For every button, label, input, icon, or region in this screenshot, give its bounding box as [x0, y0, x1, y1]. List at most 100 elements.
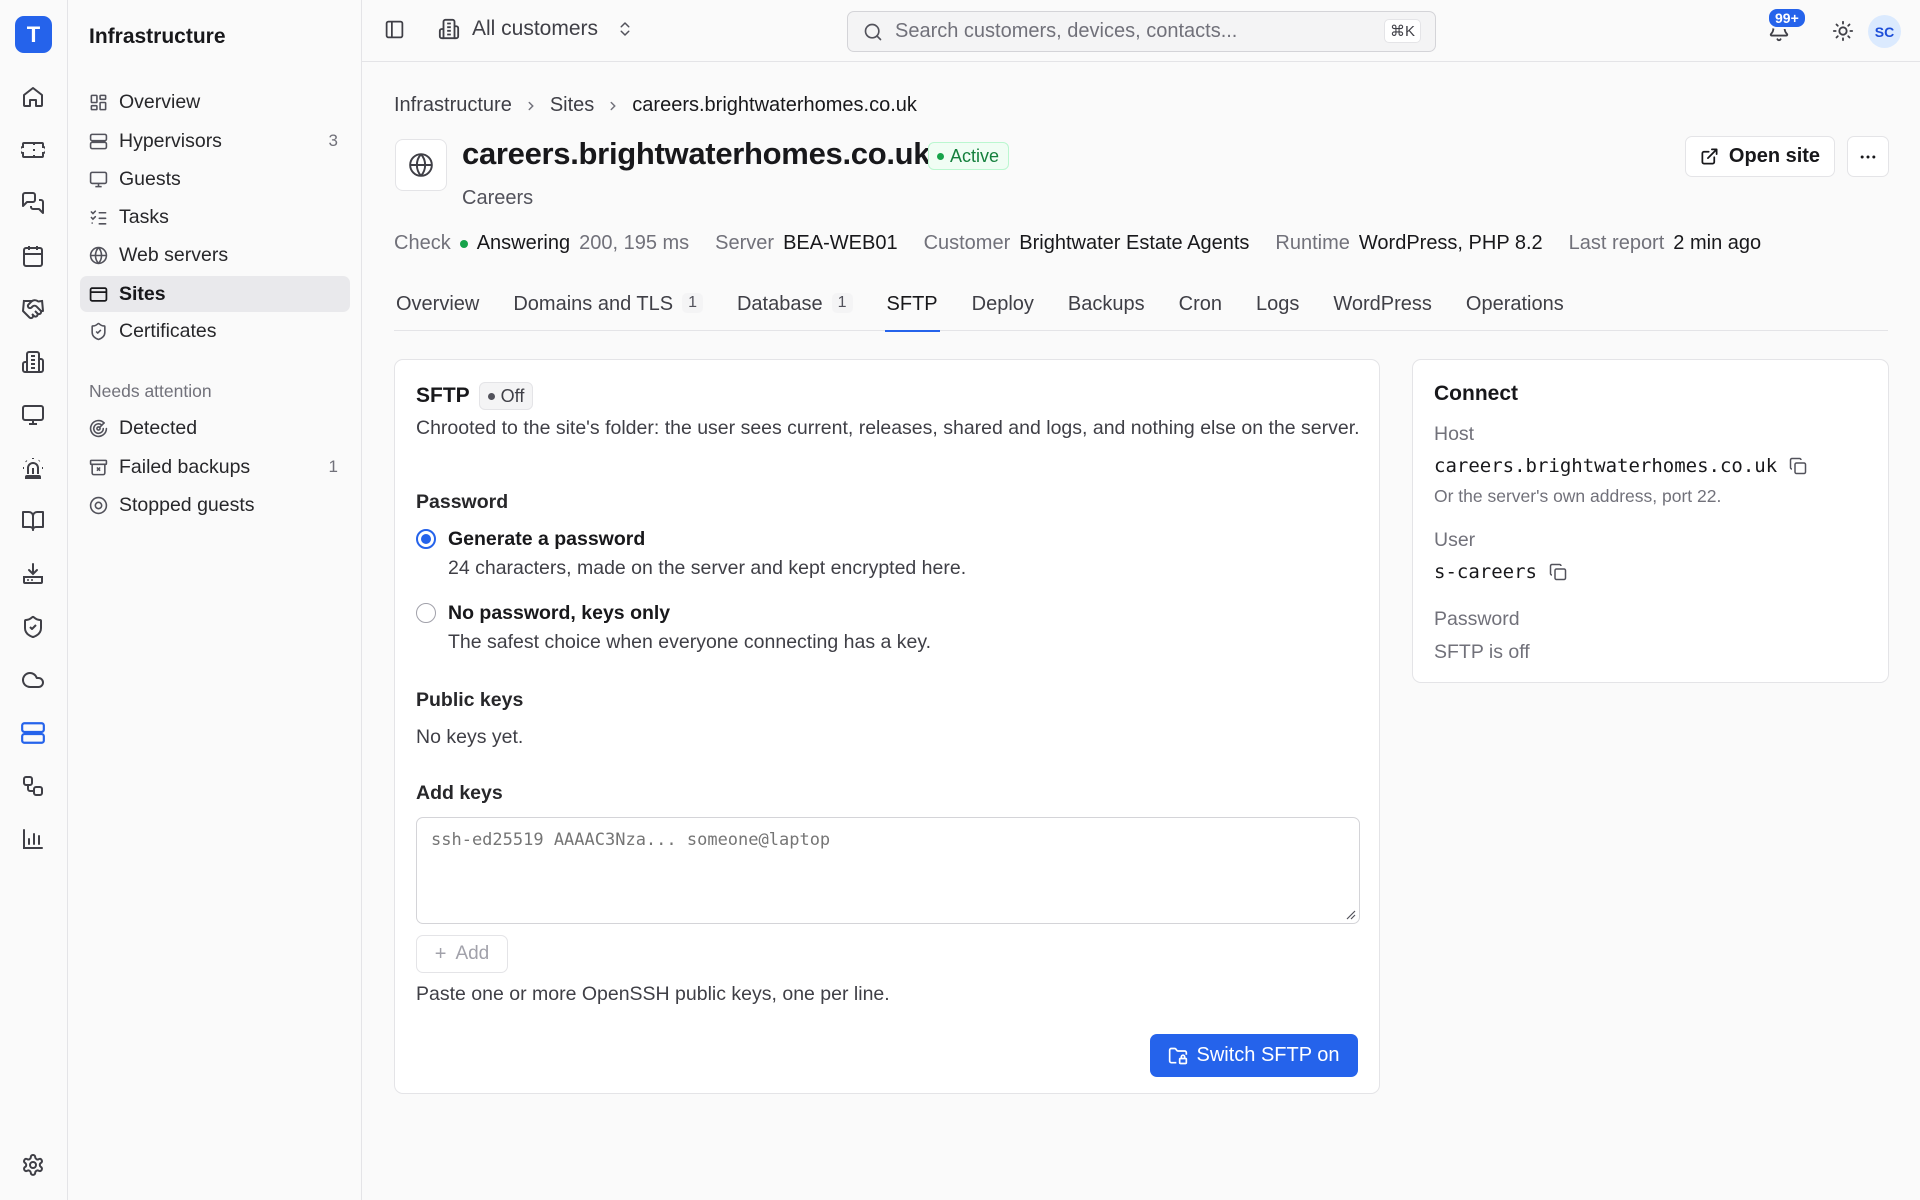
tab-logs[interactable]: Logs — [1254, 287, 1301, 331]
sidebar-item-sites[interactable]: Sites — [80, 276, 350, 312]
sidebar: Infrastructure Overview Hypervisors 3 Gu… — [68, 0, 362, 1200]
user-label: User — [1434, 529, 1476, 551]
customer-scope-label: All customers — [472, 17, 599, 40]
building-icon — [438, 18, 460, 40]
sidebar-item-count: 1 — [328, 457, 338, 476]
sidebar-item-label: Certificates — [119, 319, 217, 342]
settings-icon[interactable] — [17, 1149, 49, 1181]
customer-scope-selector[interactable]: All customers — [438, 17, 634, 41]
tab-deploy[interactable]: Deploy — [970, 287, 1036, 331]
add-keys-button[interactable]: + Add — [416, 935, 508, 973]
option-keys-desc: The safest choice when everyone connecti… — [448, 631, 932, 653]
dashboard-icon — [88, 92, 108, 112]
breadcrumb-current: careers.brightwaterhomes.co.uk — [632, 94, 917, 116]
sidebar-item-detected[interactable]: Detected — [80, 410, 350, 446]
host-label: Host — [1434, 423, 1475, 445]
calendar-icon[interactable] — [17, 240, 49, 272]
search-input[interactable]: Search customers, devices, contacts... ⌘… — [847, 11, 1436, 52]
radio-generate-password[interactable] — [416, 529, 436, 549]
option-generate-title: Generate a password — [448, 528, 646, 550]
book-icon[interactable] — [17, 505, 49, 537]
tab-wordpress[interactable]: WordPress — [1331, 287, 1434, 331]
messages-icon[interactable] — [17, 187, 49, 219]
breadcrumb-item-infrastructure[interactable]: Infrastructure — [394, 94, 512, 117]
meta-server-value[interactable]: BEA-WEB01 — [783, 232, 897, 255]
tab-domains-and-tls[interactable]: Domains and TLS 1 — [511, 287, 705, 331]
app-logo[interactable]: T — [15, 16, 52, 53]
sidebar-item-label: Overview — [119, 90, 201, 113]
sidebar-item-hypervisors[interactable]: Hypervisors 3 — [80, 123, 350, 159]
resize-handle-icon[interactable] — [1344, 908, 1356, 920]
sidebar-item-certificates[interactable]: Certificates — [80, 313, 350, 349]
site-meta: Check Answering 200, 195 ms Server BEA-W… — [394, 232, 1787, 255]
tab-cron[interactable]: Cron — [1177, 287, 1224, 331]
handshake-icon[interactable] — [17, 293, 49, 325]
sidebar-item-label: Hypervisors — [119, 129, 222, 152]
radio-keys-only[interactable] — [416, 603, 436, 623]
panel-toggle-icon[interactable] — [384, 19, 405, 40]
sidebar-item-guests[interactable]: Guests — [80, 161, 350, 197]
folder-lock-icon — [1168, 1046, 1196, 1066]
add-keys-label: Add keys — [416, 782, 503, 804]
tab-overview[interactable]: Overview — [394, 287, 481, 331]
chevrons-up-down-icon — [616, 20, 634, 38]
chevron-right-icon — [524, 99, 538, 113]
sidebar-item-label: Guests — [119, 167, 181, 190]
plus-icon: + — [434, 942, 447, 965]
stop-circle-icon — [88, 495, 108, 515]
topbar: All customers Search customers, devices,… — [362, 0, 1920, 62]
sidebar-item-count: 3 — [328, 131, 338, 150]
more-actions-button[interactable] — [1847, 136, 1889, 177]
tab-bar: Overview Domains and TLS 1 Database 1 SFTP… — [394, 287, 1888, 332]
switch-sftp-on-button[interactable]: Switch SFTP on — [1150, 1034, 1358, 1077]
meta-runtime-value: WordPress, PHP 8.2 — [1358, 232, 1543, 254]
tab-label: SFTP — [886, 293, 938, 315]
sidebar-item-stopped-guests[interactable]: Stopped guests — [80, 487, 350, 523]
copy-icon[interactable] — [1549, 563, 1567, 581]
host-hint: Or the server's own address, port 22. — [1434, 486, 1722, 506]
sidebar-item-label: Tasks — [119, 205, 169, 228]
sidebar-title: Infrastructure — [89, 25, 226, 48]
home-icon[interactable] — [17, 81, 49, 113]
password-label: Password — [416, 491, 509, 513]
status-badge-label: Active — [950, 145, 1000, 166]
workflow-icon[interactable] — [17, 770, 49, 802]
tab-database[interactable]: Database 1 — [735, 287, 855, 331]
cloud-icon[interactable] — [17, 664, 49, 696]
sidebar-group-label: Needs attention — [89, 381, 212, 401]
building-icon[interactable] — [17, 346, 49, 378]
archive-x-icon — [88, 457, 108, 477]
option-generate-password[interactable]: Generate a password 24 characters, made … — [416, 525, 966, 580]
open-site-label: Open site — [1728, 145, 1821, 167]
copy-icon[interactable] — [1789, 457, 1807, 475]
search-placeholder: Search customers, devices, contacts... — [895, 20, 1238, 42]
status-dot — [937, 152, 944, 160]
tab-sftp[interactable]: SFTP — [884, 287, 940, 332]
theme-toggle-icon[interactable] — [1832, 20, 1854, 42]
sidebar-item-overview[interactable]: Overview — [80, 84, 350, 120]
meta-customer-value[interactable]: Brightwater Estate Agents — [1019, 232, 1249, 255]
tab-operations[interactable]: Operations — [1464, 287, 1566, 331]
add-keys-textarea[interactable] — [416, 817, 1360, 924]
chart-icon[interactable] — [17, 823, 49, 855]
status-dot — [487, 392, 495, 400]
tab-backups[interactable]: Backups — [1066, 287, 1147, 331]
monitor-icon[interactable] — [17, 399, 49, 431]
sidebar-item-failed-backups[interactable]: Failed backups 1 — [80, 449, 350, 485]
avatar[interactable]: SC — [1868, 15, 1901, 48]
breadcrumb-item-sites[interactable]: Sites — [550, 94, 594, 117]
siren-icon[interactable] — [17, 452, 49, 484]
ticket-icon[interactable] — [17, 134, 49, 166]
sftp-status-badge: Off — [478, 382, 534, 410]
open-site-button[interactable]: Open site — [1685, 136, 1835, 177]
public-keys-empty: No keys yet. — [416, 726, 524, 748]
tab-label: Domains and TLS — [513, 293, 674, 315]
download-icon[interactable] — [17, 558, 49, 590]
server-icon[interactable] — [17, 717, 49, 749]
connect-password-value: SFTP is off — [1434, 641, 1530, 663]
sidebar-item-tasks[interactable]: Tasks — [80, 199, 350, 235]
option-keys-only[interactable]: No password, keys only The safest choice… — [416, 599, 931, 654]
sidebar-item-web-servers[interactable]: Web servers — [80, 237, 350, 273]
shield-icon[interactable] — [17, 611, 49, 643]
sidebar-item-label: Sites — [119, 282, 166, 305]
